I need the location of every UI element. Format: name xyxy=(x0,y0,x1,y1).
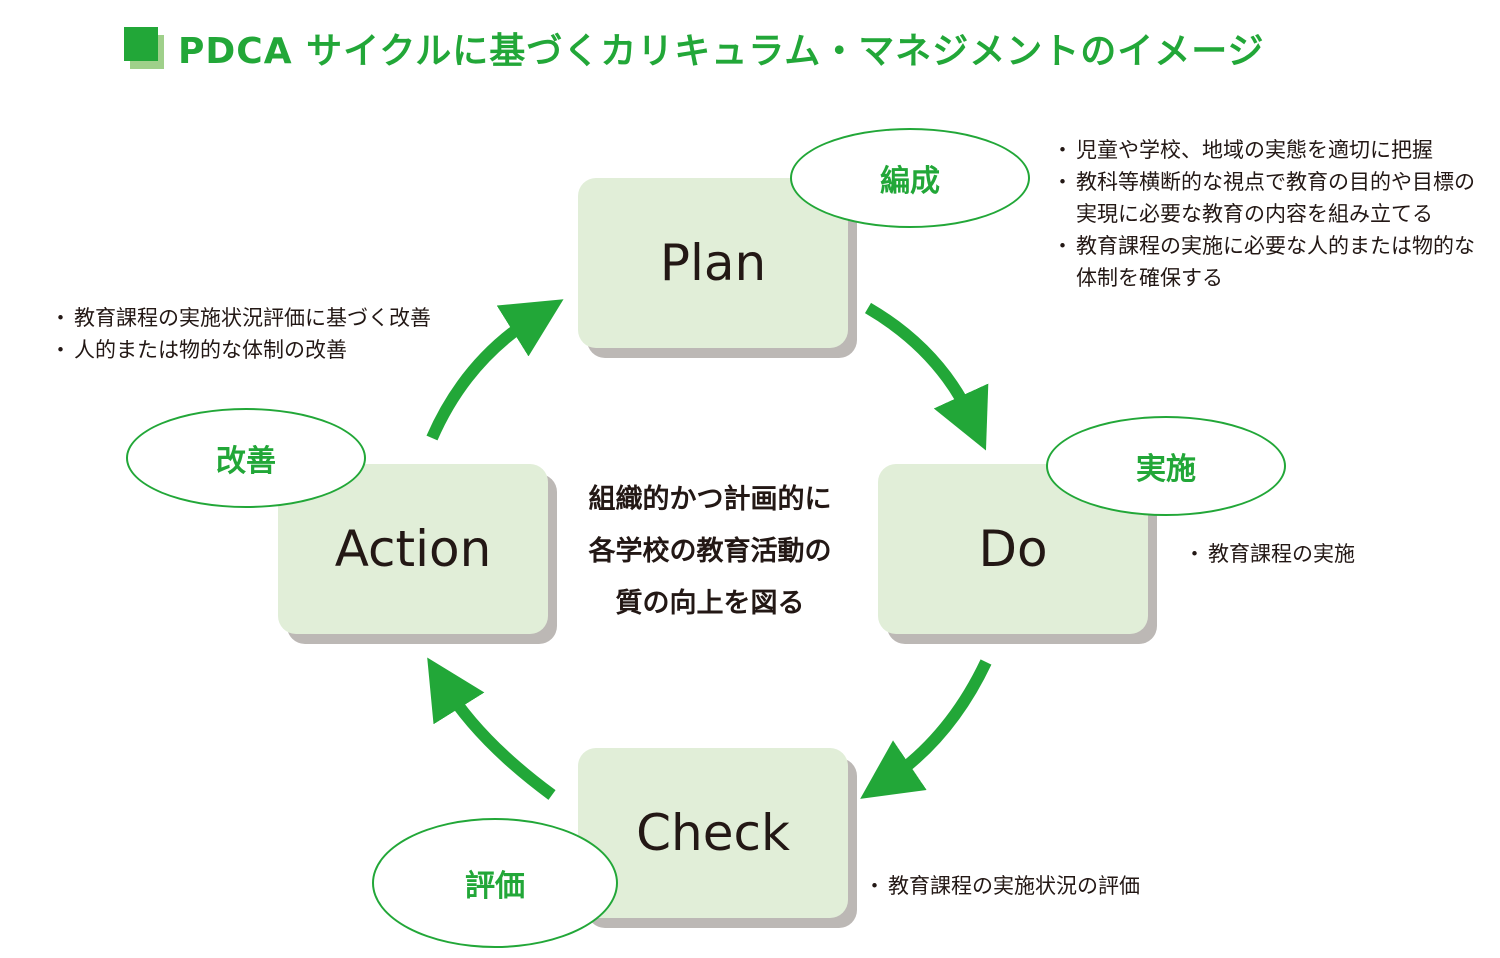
center-line: 各学校の教育活動の xyxy=(588,536,832,567)
tag-ellipse-check: 評価 xyxy=(372,818,618,948)
tag-ellipse-plan: 編成 xyxy=(790,128,1030,228)
green-square-bullet-icon xyxy=(124,27,166,69)
stage-label-check: Check xyxy=(636,804,790,862)
arrow-plan-to-do xyxy=(864,302,989,451)
stage-label-do: Do xyxy=(978,520,1048,578)
note-item: 教育課程の実施状況評価に基づく改善 xyxy=(50,302,494,334)
arrow-do-to-check xyxy=(860,659,992,799)
arrow-check-to-action xyxy=(427,657,556,800)
notes-plan: 児童や学校、地域の実態を適切に把握 教科等横断的な視点で教育の目的や目標の実現に… xyxy=(1052,134,1476,294)
notes-check: 教育課程の実施状況の評価 xyxy=(864,870,1208,902)
stage-box-check: Check xyxy=(578,748,848,918)
note-item: 教育課程の実施 xyxy=(1184,538,1448,570)
tag-label-plan: 編成 xyxy=(880,164,940,199)
stage-label-action: Action xyxy=(334,520,492,578)
tag-label-action: 改善 xyxy=(216,444,276,479)
note-item: 人的または物的な体制の改善 xyxy=(50,334,494,366)
tag-label-do: 実施 xyxy=(1136,452,1196,487)
tag-label-check: 評価 xyxy=(465,869,525,904)
diagram-title: PDCA サイクルに基づくカリキュラム・マネジメントのイメージ xyxy=(124,24,1264,72)
center-line: 質の向上を図る xyxy=(615,588,805,619)
note-item: 児童や学校、地域の実態を適切に把握 xyxy=(1052,134,1476,166)
title-text: PDCA サイクルに基づくカリキュラム・マネジメントのイメージ xyxy=(178,31,1265,72)
note-item: 教科等横断的な視点で教育の目的や目標の実現に必要な教育の内容を組み立てる xyxy=(1052,166,1476,230)
note-item: 教育課程の実施に必要な人的または物的な体制を確保する xyxy=(1052,230,1476,294)
notes-do: 教育課程の実施 xyxy=(1184,538,1448,570)
center-line: 組織的かつ計画的に xyxy=(588,484,832,515)
stage-label-plan: Plan xyxy=(659,234,767,292)
center-goal-text: 組織的かつ計画的に 各学校の教育活動の 質の向上を図る xyxy=(560,474,860,630)
tag-ellipse-action: 改善 xyxy=(126,408,366,508)
notes-action: 教育課程の実施状況評価に基づく改善 人的または物的な体制の改善 xyxy=(50,302,494,366)
tag-ellipse-do: 実施 xyxy=(1046,416,1286,516)
note-item: 教育課程の実施状況の評価 xyxy=(864,870,1208,902)
